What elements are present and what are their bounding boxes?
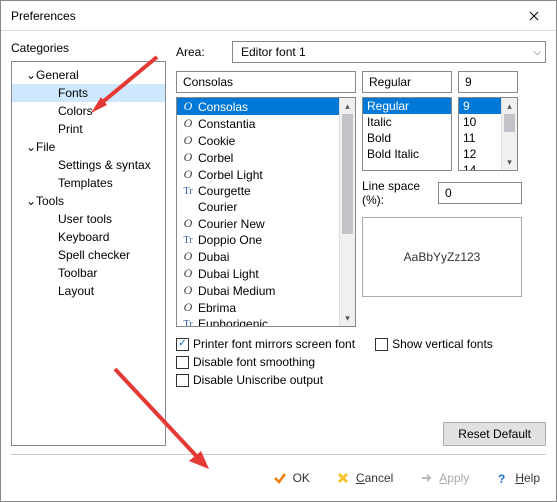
style-item[interactable]: Bold Italic bbox=[363, 146, 451, 162]
close-button[interactable] bbox=[512, 1, 556, 31]
font-item[interactable]: ODubai Light bbox=[177, 265, 355, 282]
tree-layout[interactable]: Layout bbox=[12, 282, 165, 300]
scroll-down-icon[interactable]: ▾ bbox=[502, 154, 517, 170]
ok-button[interactable]: OK bbox=[273, 471, 310, 485]
cancel-button[interactable]: Cancel bbox=[336, 471, 393, 485]
tree-settings-syntax[interactable]: Settings & syntax bbox=[12, 156, 165, 174]
mirror-checkbox[interactable]: ✓Printer font mirrors screen font bbox=[176, 337, 355, 351]
tree-file[interactable]: ⌄File bbox=[12, 138, 165, 156]
uniscribe-checkbox[interactable]: Disable Uniscribe output bbox=[176, 373, 323, 387]
style-item[interactable]: Regular bbox=[363, 98, 451, 114]
font-item[interactable]: OCourier New bbox=[177, 215, 355, 232]
apply-button: Apply bbox=[419, 471, 469, 485]
font-item[interactable]: TrCourgette bbox=[177, 183, 355, 199]
tree-spell-checker[interactable]: Spell checker bbox=[12, 246, 165, 264]
font-size-list[interactable]: 910111214 ▴ ▾ bbox=[458, 97, 518, 171]
vertical-checkbox[interactable]: Show vertical fonts bbox=[375, 337, 493, 351]
svg-text:?: ? bbox=[498, 472, 505, 485]
font-style-input[interactable] bbox=[362, 71, 452, 93]
font-item[interactable]: TrDoppio One bbox=[177, 232, 355, 248]
chevron-down-icon: ⌵ bbox=[533, 47, 541, 58]
categories-label: Categories bbox=[11, 41, 166, 55]
categories-tree[interactable]: ⌄General Fonts Colors Print ⌄File Settin… bbox=[11, 61, 166, 446]
style-item[interactable]: Italic bbox=[363, 114, 451, 130]
window-title: Preferences bbox=[11, 9, 76, 23]
font-name-input[interactable] bbox=[176, 71, 356, 93]
font-item[interactable]: ODubai Medium bbox=[177, 282, 355, 299]
font-style-list[interactable]: RegularItalicBoldBold Italic bbox=[362, 97, 452, 171]
linespace-input[interactable] bbox=[438, 182, 522, 204]
help-button[interactable]: ? Help bbox=[495, 471, 540, 485]
tree-tools[interactable]: ⌄Tools bbox=[12, 192, 165, 210]
tree-fonts[interactable]: Fonts bbox=[12, 84, 165, 102]
tree-print[interactable]: Print bbox=[12, 120, 165, 138]
font-item[interactable]: ODubai bbox=[177, 248, 355, 265]
scroll-thumb[interactable] bbox=[504, 114, 515, 132]
font-name-list[interactable]: OConsolasOConstantiaOCookieOCorbelOCorbe… bbox=[176, 97, 356, 327]
tree-keyboard[interactable]: Keyboard bbox=[12, 228, 165, 246]
area-value: Editor font 1 bbox=[241, 45, 306, 59]
font-preview: AaBbYyZz123 bbox=[362, 217, 522, 297]
tree-user-tools[interactable]: User tools bbox=[12, 210, 165, 228]
font-item[interactable]: OConsolas bbox=[177, 98, 355, 115]
preferences-window: Preferences Categories ⌄General Fonts Co… bbox=[0, 0, 557, 502]
font-list-scrollbar[interactable]: ▴ ▾ bbox=[339, 98, 355, 326]
font-item[interactable]: Courier bbox=[177, 199, 355, 215]
reset-default-button[interactable]: Reset Default bbox=[443, 422, 546, 446]
scroll-up-icon[interactable]: ▴ bbox=[502, 98, 517, 114]
area-dropdown[interactable]: Editor font 1 ⌵ bbox=[232, 41, 546, 63]
font-item[interactable]: OEbrima bbox=[177, 299, 355, 316]
area-label: Area: bbox=[176, 45, 232, 59]
tree-templates[interactable]: Templates bbox=[12, 174, 165, 192]
font-item[interactable]: TrEuphorigenic bbox=[177, 316, 355, 327]
font-item[interactable]: OCookie bbox=[177, 132, 355, 149]
font-item[interactable]: OCorbel Light bbox=[177, 166, 355, 183]
font-size-input[interactable] bbox=[458, 71, 518, 93]
scroll-thumb[interactable] bbox=[342, 114, 353, 234]
style-item[interactable]: Bold bbox=[363, 130, 451, 146]
font-item[interactable]: OCorbel bbox=[177, 149, 355, 166]
tree-toolbar[interactable]: Toolbar bbox=[12, 264, 165, 282]
linespace-label: Line space (%): bbox=[362, 179, 430, 207]
scroll-down-icon[interactable]: ▾ bbox=[340, 310, 355, 326]
titlebar: Preferences bbox=[1, 1, 556, 31]
size-scrollbar[interactable]: ▴ ▾ bbox=[501, 98, 517, 170]
footer: OK Cancel Apply ? Help bbox=[11, 454, 546, 500]
tree-general[interactable]: ⌄General bbox=[12, 66, 165, 84]
scroll-up-icon[interactable]: ▴ bbox=[340, 98, 355, 114]
smoothing-checkbox[interactable]: Disable font smoothing bbox=[176, 355, 315, 369]
tree-colors[interactable]: Colors bbox=[12, 102, 165, 120]
font-item[interactable]: OConstantia bbox=[177, 115, 355, 132]
